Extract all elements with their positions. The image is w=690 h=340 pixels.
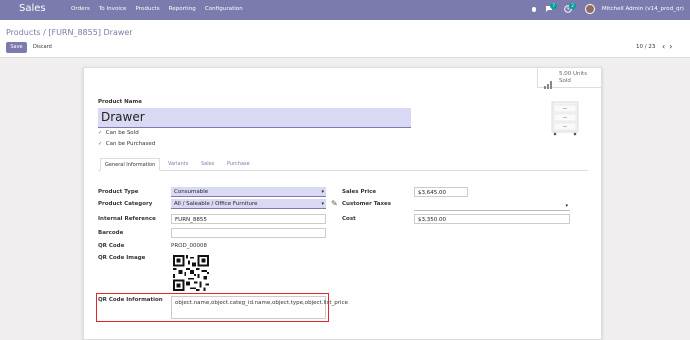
- check-icon: ✓: [98, 130, 103, 136]
- sold-stat-text: 5.00 Units Sold: [559, 71, 587, 84]
- qr-code-image-label: QR Code Image: [98, 255, 146, 261]
- save-button[interactable]: Save: [6, 42, 27, 53]
- product-name-input[interactable]: Drawer: [98, 108, 411, 128]
- barcode-label: Barcode: [98, 230, 124, 236]
- sold-label: Sold: [559, 77, 571, 84]
- chat-badge: 7: [550, 3, 557, 9]
- chevron-down-icon: ▾: [321, 189, 324, 195]
- internal-reference-label: Internal Reference: [98, 216, 156, 222]
- pager-buttons: ‹ ›: [662, 42, 672, 51]
- clock-icon[interactable]: 2: [564, 3, 576, 13]
- chat-icon[interactable]: 7: [545, 3, 557, 13]
- top-navbar: Sales Orders To Invoice Products Reporti…: [0, 0, 690, 20]
- cost-label: Cost: [342, 216, 356, 222]
- menu-products[interactable]: Products: [135, 6, 159, 12]
- check-icon: ✓: [98, 141, 103, 147]
- breadcrumb-parent[interactable]: Products: [6, 28, 41, 37]
- product-type-select[interactable]: Consumable ▾: [171, 187, 326, 197]
- breadcrumb: Products / [FURN_8855] Drawer: [6, 28, 133, 37]
- tab-purchase[interactable]: Purchase: [223, 158, 254, 171]
- product-category-select[interactable]: All / Saleable / Office Furniture ▾: [171, 199, 326, 209]
- chevron-down-icon: ▾: [321, 201, 324, 207]
- user-name[interactable]: Mitchell Admin (v14_prod_qr): [602, 6, 684, 12]
- product-image[interactable]: [546, 98, 586, 138]
- highlight-box: [96, 293, 329, 322]
- sales-price-label: Sales Price: [342, 189, 377, 195]
- can-be-purchased-checkbox[interactable]: ✓ Can be Purchased: [98, 141, 155, 147]
- discard-button[interactable]: Discard: [33, 42, 52, 53]
- chevron-right-icon[interactable]: ›: [669, 42, 672, 51]
- breadcrumb-current: [FURN_8855] Drawer: [48, 28, 133, 37]
- sales-price-input[interactable]: $3,645.00: [414, 187, 468, 197]
- tab-sales[interactable]: Sales: [197, 158, 218, 171]
- breadcrumb-separator: /: [43, 28, 46, 37]
- can-be-sold-checkbox[interactable]: ✓ Can be Sold: [98, 130, 139, 136]
- sold-quantity: 5.00 Units: [559, 71, 588, 77]
- qr-code-value: PROD_00008: [171, 243, 207, 249]
- customer-taxes-label: Customer Taxes: [342, 201, 392, 207]
- form-sheet: 5.00 Units Sold Product Name Drawer ✓ Ca…: [83, 67, 603, 340]
- tab-variants[interactable]: Variants: [164, 158, 192, 171]
- bug-icon[interactable]: [530, 5, 538, 13]
- menu-to-invoice[interactable]: To Invoice: [99, 6, 127, 12]
- main-menu: Orders To Invoice Products Reporting Con…: [71, 6, 243, 12]
- menu-reporting[interactable]: Reporting: [169, 6, 196, 12]
- menu-configuration[interactable]: Configuration: [205, 6, 243, 12]
- form-tabs: General Information Variants Sales Purch…: [98, 156, 588, 171]
- user-avatar[interactable]: [584, 4, 595, 14]
- barcode-input[interactable]: [171, 228, 326, 238]
- product-name-label: Product Name: [98, 99, 142, 105]
- qr-code-image[interactable]: [171, 253, 211, 293]
- product-type-value: Consumable: [174, 189, 209, 195]
- can-be-purchased-label: Can be Purchased: [105, 141, 156, 147]
- bar-chart-icon: [544, 74, 554, 89]
- product-category-value: All / Saleable / Office Furniture: [174, 201, 258, 207]
- internal-reference-input[interactable]: FURN_8855: [171, 214, 326, 224]
- tab-general-information[interactable]: General Information: [100, 158, 161, 171]
- app-name[interactable]: Sales: [19, 3, 46, 14]
- external-link-icon[interactable]: ✎: [331, 199, 338, 208]
- activity-badge: 2: [569, 3, 576, 9]
- qr-code-label: QR Code: [98, 243, 125, 249]
- navbar-systray: 7 2 Mitchell Admin (v14_prod_qr): [530, 3, 684, 14]
- chevron-down-icon: ▾: [565, 203, 568, 209]
- pager-value[interactable]: 10 / 23: [636, 44, 655, 50]
- sold-stat-button[interactable]: 5.00 Units Sold: [537, 68, 603, 89]
- chevron-left-icon[interactable]: ‹: [662, 42, 665, 51]
- product-category-label: Product Category: [98, 201, 153, 207]
- cost-input[interactable]: $3,350.00: [414, 214, 570, 224]
- menu-orders[interactable]: Orders: [71, 6, 90, 12]
- can-be-sold-label: Can be Sold: [105, 130, 139, 136]
- customer-taxes-select[interactable]: ▾: [414, 201, 570, 211]
- control-panel: Products / [FURN_8855] Drawer Save Disca…: [0, 20, 690, 58]
- product-type-label: Product Type: [98, 189, 139, 195]
